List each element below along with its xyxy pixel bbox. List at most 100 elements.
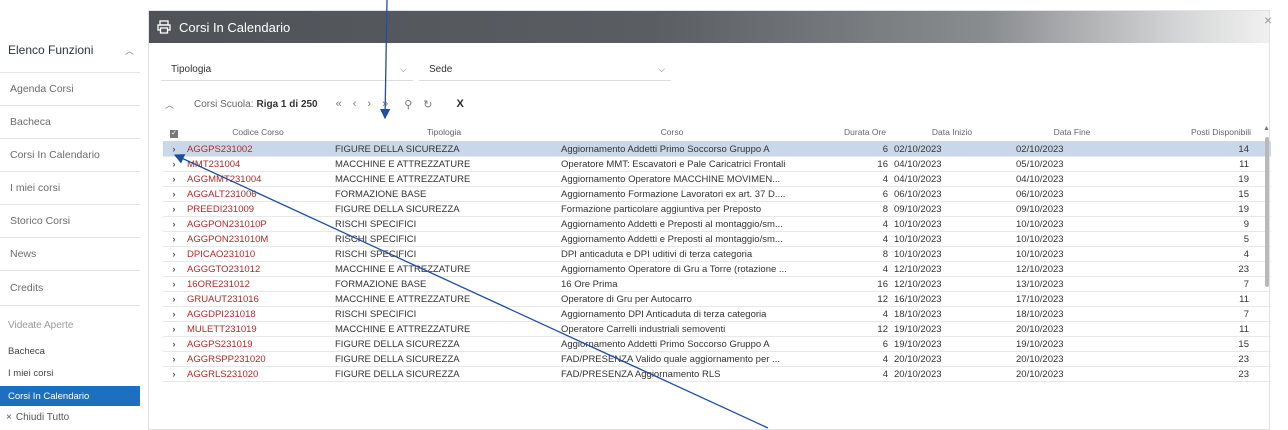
sidebar-item-news[interactable]: News (0, 237, 140, 269)
printer-icon[interactable] (157, 20, 171, 34)
column-header[interactable]: Posti Disponibili (1132, 127, 1257, 137)
next-page-icon[interactable]: › (367, 98, 371, 110)
close-all-button[interactable]: × Chiudi Tutto (6, 412, 69, 423)
table-cell[interactable]: DPICAO231010 (185, 249, 331, 260)
table-cell[interactable]: AGGPS231019 (185, 339, 331, 350)
expand-row-icon[interactable]: › (163, 174, 185, 185)
sidebar-item-label: Bacheca (10, 115, 51, 128)
table-cell: 19/10/2023 (894, 323, 942, 335)
table-cell: Aggiornamento Addetti e Preposti al mont… (561, 218, 783, 230)
open-view-bacheca[interactable]: Bacheca (0, 341, 140, 361)
expand-row-icon[interactable]: › (163, 264, 185, 275)
table-row[interactable]: › AGGPS231019 FIGURE DELLA SICUREZZA Aggior… (163, 337, 1271, 352)
open-views-title: Videate Aperte (8, 320, 74, 331)
expand-row-icon[interactable]: › (163, 324, 185, 335)
scrollbar-thumb[interactable] (1265, 137, 1269, 287)
table-row[interactable]: › AGGRLS231020 FIGURE DELLA SICUREZZA FAD/P… (163, 367, 1271, 382)
table-row[interactable]: › AGGPS231002 FIGURE DELLA SICUREZZA Aggior… (163, 142, 1271, 157)
table-cell[interactable]: MMT231004 (185, 159, 331, 170)
collapse-icon[interactable]: ︿ (165, 98, 174, 111)
table-cell: 16/10/2023 (894, 293, 942, 305)
table-row[interactable]: › AGGALT231006 FORMAZIONE BASE Aggiornament… (163, 187, 1271, 202)
scroll-up-icon[interactable]: ▲ (1263, 125, 1270, 132)
table-cell[interactable]: AGGDPI231018 (185, 309, 331, 320)
table-cell: FIGURE DELLA SICUREZZA (335, 143, 460, 155)
table-row[interactable]: › DPICAO231010 RISCHI SPECIFICI DPI anticad… (163, 247, 1271, 262)
table-cell[interactable]: PREEDI231009 (185, 204, 331, 215)
search-icon[interactable]: ⚲ (404, 98, 412, 111)
sidebar-item-corsi-in-calendario[interactable]: Corsi In Calendario (0, 138, 140, 170)
close-icon[interactable]: × (1264, 12, 1272, 28)
table-cell[interactable]: AGGRSPP231020 (185, 354, 331, 365)
table-row[interactable]: › 16ORE231012 FORMAZIONE BASE 16 Ore Prima 1… (163, 277, 1271, 292)
expand-row-icon[interactable]: › (163, 354, 185, 365)
table-cell[interactable]: MULETT231019 (185, 324, 331, 335)
refresh-icon[interactable]: ↻ (423, 98, 432, 111)
table-cell[interactable]: AGGALT231006 (185, 189, 331, 200)
table-cell: FIGURE DELLA SICUREZZA (335, 353, 460, 365)
table-cell[interactable]: AGGMMT231004 (185, 174, 331, 185)
open-view-i-miei-corsi[interactable]: I miei corsi (0, 363, 140, 383)
expand-row-icon[interactable]: › (163, 204, 185, 215)
prev-page-icon[interactable]: ‹ (353, 98, 357, 110)
column-header[interactable]: Data Inizio (892, 127, 1012, 137)
table-cell: Aggiornamento Operatore MACCHINE MOVIMEN… (561, 173, 781, 185)
table-row[interactable]: › GRUAUT231016 MACCHINE E ATTREZZATURE Oper… (163, 292, 1271, 307)
sidebar-header[interactable]: Elenco Funzioni ︿ (8, 40, 138, 60)
table-cell[interactable]: AGGPON231010P (185, 219, 331, 230)
sidebar-item-i-miei-corsi[interactable]: I miei corsi (0, 171, 140, 203)
sede-select[interactable]: Sede ⌵ (419, 59, 671, 81)
table-row[interactable]: › MULETT231019 MACCHINE E ATTREZZATURE Oper… (163, 322, 1271, 337)
grid-toolbar: ︿ Corsi Scuola: Riga 1 di 250 « ‹ › » ⚲ … (165, 95, 464, 113)
table-cell: 20/10/2023 (1016, 353, 1064, 365)
expand-row-icon[interactable]: › (163, 369, 185, 380)
expand-row-icon[interactable]: › (163, 339, 185, 350)
open-view-corsi-in-calendario[interactable]: Corsi In Calendario (0, 386, 140, 406)
last-page-icon[interactable]: » (382, 98, 388, 110)
table-row[interactable]: › AGGDPI231018 RISCHI SPECIFICI Aggiornamen… (163, 307, 1271, 322)
column-header[interactable]: Codice Corso (185, 127, 331, 137)
first-page-icon[interactable]: « (336, 98, 342, 110)
expand-row-icon[interactable]: › (163, 219, 185, 230)
table-row[interactable]: › AGGMMT231004 MACCHINE E ATTREZZATURE Aggi… (163, 172, 1271, 187)
column-header[interactable]: Tipologia (331, 127, 557, 137)
table-cell[interactable]: AGGGTO231012 (185, 264, 331, 275)
table-cell[interactable]: AGGPON231010M (185, 234, 331, 245)
column-header[interactable]: Durata Ore (787, 127, 892, 137)
sidebar-header-label: Elenco Funzioni (8, 43, 94, 57)
chevron-up-icon[interactable]: ︿ (125, 44, 134, 57)
table-row[interactable]: › AGGPON231010P RISCHI SPECIFICI Aggiorname… (163, 217, 1271, 232)
expand-row-icon[interactable]: › (163, 144, 185, 155)
table-row[interactable]: › MMT231004 MACCHINE E ATTREZZATURE Operato… (163, 157, 1271, 172)
table-cell[interactable]: GRUAUT231016 (185, 294, 331, 305)
expand-row-icon[interactable]: › (163, 309, 185, 320)
sidebar-item-bacheca[interactable]: Bacheca (0, 105, 140, 137)
table-cell: 10/10/2023 (894, 248, 942, 260)
vertical-scrollbar[interactable]: ▲ (1263, 123, 1271, 430)
expand-row-icon[interactable]: › (163, 189, 185, 200)
table-row[interactable]: › PREEDI231009 FIGURE DELLA SICUREZZA Forma… (163, 202, 1271, 217)
excel-export-icon[interactable]: X (457, 98, 464, 110)
table-cell[interactable]: AGGRLS231020 (185, 369, 331, 380)
expand-row-icon[interactable]: › (163, 249, 185, 260)
expand-row-icon[interactable]: › (163, 294, 185, 305)
column-header[interactable]: Corso (557, 127, 787, 137)
table-cell: Formazione particolare aggiuntiva per Pr… (561, 203, 762, 215)
tipologia-select[interactable]: Tipologia ⌵ (161, 59, 413, 81)
table-row[interactable]: › AGGPON231010M RISCHI SPECIFICI Aggiorname… (163, 232, 1271, 247)
expand-row-icon[interactable]: › (163, 159, 185, 170)
sidebar: Elenco Funzioni ︿ Agenda Corsi Bacheca C… (0, 0, 140, 430)
table-row[interactable]: › AGGGTO231012 MACCHINE E ATTREZZATURE Aggi… (163, 262, 1271, 277)
sidebar-item-storico-corsi[interactable]: Storico Corsi (0, 204, 140, 236)
select-all-checkbox[interactable]: ✓ (163, 127, 185, 138)
table-cell: 04/10/2023 (894, 158, 942, 170)
table-cell[interactable]: 16ORE231012 (185, 279, 331, 290)
expand-row-icon[interactable]: › (163, 279, 185, 290)
column-header[interactable]: Data Fine (1012, 127, 1132, 137)
table-row[interactable]: › AGGRSPP231020 FIGURE DELLA SICUREZZA FAD/… (163, 352, 1271, 367)
sidebar-item-agenda-corsi[interactable]: Agenda Corsi (0, 72, 140, 104)
sidebar-item-credits[interactable]: Credits (0, 270, 140, 306)
expand-row-icon[interactable]: › (163, 234, 185, 245)
table-cell[interactable]: AGGPS231002 (185, 144, 331, 155)
table-cell: 06/10/2023 (1016, 188, 1064, 200)
